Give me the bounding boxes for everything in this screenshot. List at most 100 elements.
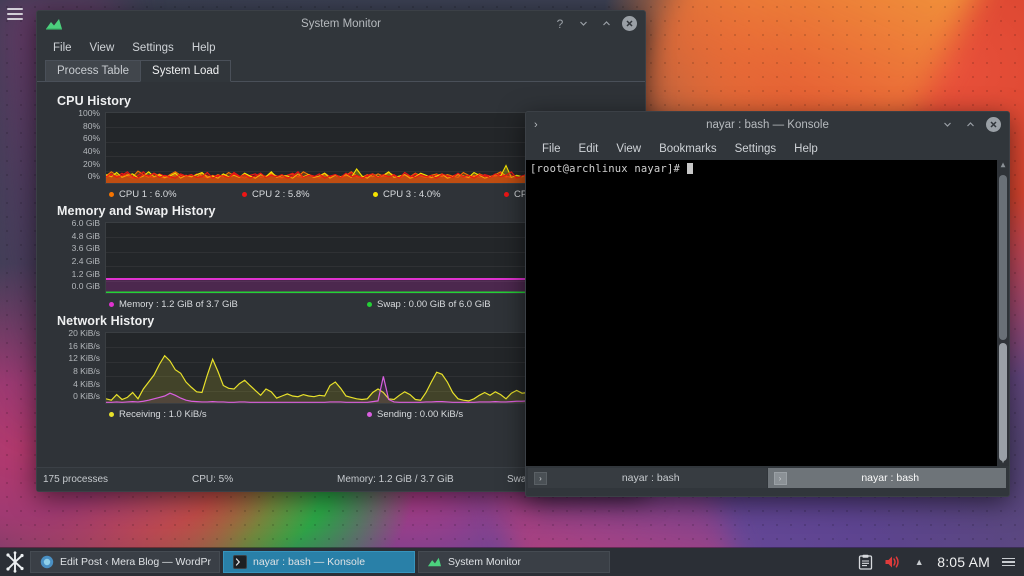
system-monitor-titlebar[interactable]: System Monitor ? <box>37 11 645 36</box>
chart-area-icon <box>427 555 442 570</box>
legend-label-receiving: Receiving : 1.0 KiB/s <box>119 409 207 420</box>
legend-dot-cpu3 <box>373 192 378 197</box>
legend-dot-memory <box>109 302 114 307</box>
scrollbar-thumb-upper[interactable] <box>999 175 1007 340</box>
menu-item-file[interactable]: File <box>44 39 81 57</box>
desktop-hamburger-icon[interactable] <box>4 5 26 23</box>
cpu-ytick-60: 60% <box>82 133 100 144</box>
net-ytick-12: 12 KiB/s <box>68 353 100 364</box>
legend-item-swap: Swap : 0.00 GiB of 6.0 GiB <box>367 299 491 310</box>
system-monitor-tabbar[interactable]: Process Table System Load <box>37 59 645 82</box>
maximize-button[interactable] <box>599 17 613 31</box>
status-memory: Memory: 1.2 GiB / 3.7 GiB <box>337 474 454 485</box>
maximize-button[interactable] <box>963 118 977 132</box>
terminal-output-area[interactable]: [root@archlinux nayar]# ▲ ▼ <box>526 160 1009 466</box>
legend-item-receiving: Receiving : 1.0 KiB/s <box>109 409 367 420</box>
konsole-tab-2[interactable]: › nayar : bash <box>767 468 1006 488</box>
konsole-title: nayar : bash — Konsole <box>706 118 829 131</box>
show-hidden-arrow-icon[interactable]: ▲ <box>910 553 928 571</box>
taskbar-item-konsole[interactable]: nayar : bash — Konsole <box>223 551 415 573</box>
tab-system-load[interactable]: System Load <box>140 60 232 82</box>
cpu-ytick-100: 100% <box>78 108 100 118</box>
help-button[interactable]: ? <box>553 17 567 31</box>
legend-dot-swap <box>367 302 372 307</box>
terminal-prompt-text: [root@archlinux nayar]# <box>530 163 687 175</box>
net-ytick-20: 20 KiB/s <box>68 328 100 338</box>
konsole-window-buttons <box>940 117 1009 132</box>
legend-dot-receiving <box>109 412 114 417</box>
mem-ytick-00: 0.0 GiB <box>71 281 100 292</box>
menu-item-file[interactable]: File <box>533 140 570 158</box>
taskbar-item-system-monitor[interactable]: System Monitor <box>418 551 610 573</box>
terminal-prompt-icon: › <box>773 471 787 485</box>
system-monitor-window-buttons: ? <box>553 16 645 31</box>
net-ytick-0: 0 KiB/s <box>73 391 100 402</box>
network-y-axis: 20 KiB/s 16 KiB/s 12 KiB/s 8 KiB/s 4 KiB… <box>47 328 105 404</box>
menu-item-settings[interactable]: Settings <box>726 140 786 158</box>
scrollbar-thumb[interactable] <box>999 343 1007 461</box>
menu-item-view[interactable]: View <box>607 140 650 158</box>
menu-item-view[interactable]: View <box>81 39 124 57</box>
legend-label-memory: Memory : 1.2 GiB of 3.7 GiB <box>119 299 238 310</box>
net-ytick-16: 16 KiB/s <box>68 340 100 351</box>
scrollbar-track[interactable] <box>999 171 1007 461</box>
close-button[interactable] <box>986 117 1001 132</box>
terminal-prompt-icon <box>232 555 247 570</box>
terminal-cursor <box>686 163 693 174</box>
konsole-titlebar[interactable]: › nayar : bash — Konsole <box>526 112 1009 137</box>
legend-label-swap: Swap : 0.00 GiB of 6.0 GiB <box>377 299 491 310</box>
konsole-tab-1[interactable]: › nayar : bash <box>528 468 767 488</box>
kde-menu-icon[interactable] <box>0 548 30 576</box>
memory-y-axis: 6.0 GiB 4.8 GiB 3.6 GiB 2.4 GiB 1.2 GiB … <box>47 219 105 294</box>
legend-item-cpu1: CPU 1 : 6.0% <box>109 189 242 200</box>
konsole-tab-2-label: nayar : bash <box>861 472 920 484</box>
taskbar-item-browser[interactable]: Edit Post ‹ Mera Blog — WordPress - <box>30 551 220 573</box>
konsole-menubar[interactable]: File Edit View Bookmarks Settings Help <box>526 137 1009 160</box>
close-button[interactable] <box>622 16 637 31</box>
cpu-ytick-40: 40% <box>82 146 100 157</box>
taskbar-item-system-monitor-label: System Monitor <box>448 556 521 568</box>
menu-item-help[interactable]: Help <box>785 140 827 158</box>
legend-label-cpu3: CPU 3 : 4.0% <box>383 189 441 200</box>
mem-ytick-36: 3.6 GiB <box>71 243 100 254</box>
system-tray[interactable]: ▲ 8:05 AM <box>856 553 1024 571</box>
legend-label-cpu1: CPU 1 : 6.0% <box>119 189 177 200</box>
menu-item-help[interactable]: Help <box>183 39 225 57</box>
terminal-prompt-icon: › <box>534 471 547 485</box>
clipboard-icon[interactable] <box>856 553 874 571</box>
minimize-button[interactable] <box>940 118 954 132</box>
legend-item-sending: Sending : 0.00 KiB/s <box>367 409 463 420</box>
net-ytick-4: 4 KiB/s <box>73 378 100 389</box>
taskbar-item-konsole-label: nayar : bash — Konsole <box>253 556 366 568</box>
konsole-tab-1-label: nayar : bash <box>621 472 680 484</box>
status-processes: 175 processes <box>43 474 109 485</box>
browser-icon <box>39 555 54 570</box>
clock[interactable]: 8:05 AM <box>937 554 990 570</box>
scroll-up-arrow-icon[interactable]: ▲ <box>1001 160 1006 170</box>
mem-ytick-12: 1.2 GiB <box>71 268 100 279</box>
mem-ytick-24: 2.4 GiB <box>71 256 100 267</box>
cpu-y-axis: 100% 80% 60% 40% 20% 0% <box>47 108 105 184</box>
legend-dot-sending <box>367 412 372 417</box>
konsole-window[interactable]: › nayar : bash — Konsole File Edit View … <box>525 111 1010 497</box>
legend-dot-cpu1 <box>109 192 114 197</box>
terminal-prompt-icon: › <box>534 118 538 131</box>
konsole-tabbar[interactable]: › nayar : bash › nayar : bash <box>526 466 1009 488</box>
menu-item-settings[interactable]: Settings <box>123 39 183 57</box>
cpu-history-title: CPU History <box>57 94 132 108</box>
terminal-scrollbar[interactable]: ▲ ▼ <box>997 160 1009 466</box>
legend-item-cpu3: CPU 3 : 4.0% <box>373 189 504 200</box>
terminal-prompt-line: [root@archlinux nayar]# <box>530 163 1005 175</box>
volume-icon[interactable] <box>883 553 901 571</box>
menu-item-edit[interactable]: Edit <box>570 140 608 158</box>
tab-process-table[interactable]: Process Table <box>45 60 142 81</box>
system-monitor-menubar[interactable]: File View Settings Help <box>37 36 645 59</box>
menu-item-bookmarks[interactable]: Bookmarks <box>650 140 726 158</box>
minimize-button[interactable] <box>576 17 590 31</box>
app-menu-icon[interactable] <box>999 553 1017 571</box>
net-ytick-8: 8 KiB/s <box>73 366 100 377</box>
legend-label-cpu2: CPU 2 : 5.8% <box>252 189 310 200</box>
taskbar[interactable]: Edit Post ‹ Mera Blog — WordPress - naya… <box>0 548 1024 576</box>
chart-area-icon <box>45 16 63 32</box>
legend-dot-cpu4 <box>504 192 509 197</box>
